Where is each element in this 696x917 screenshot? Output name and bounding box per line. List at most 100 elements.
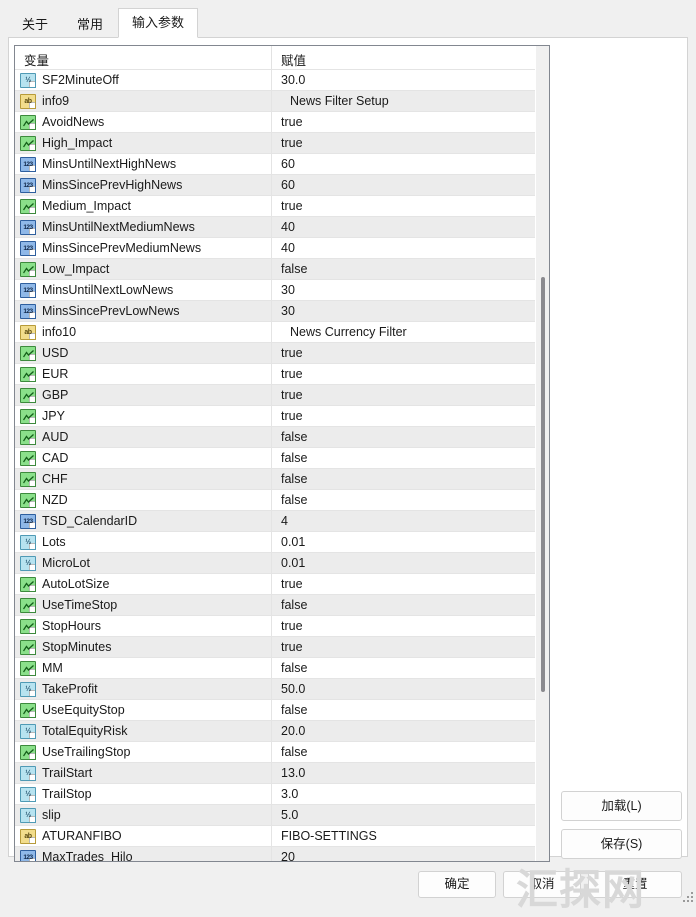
table-row[interactable]: NZDfalse [15,489,536,510]
cell-value[interactable]: 60 [272,154,536,174]
table-row[interactable]: UseTimeStopfalse [15,594,536,615]
reset-button[interactable]: 重置 [588,871,682,898]
table-row[interactable]: ½TrailStop 3.0 [15,783,536,804]
table-row[interactable]: AUDfalse [15,426,536,447]
cell-value[interactable]: true [272,112,536,132]
cell-value[interactable]: false [272,490,536,510]
table-row[interactable]: 123MinsUntilNextLowNews30 [15,279,536,300]
bool-icon [20,388,36,403]
cell-value[interactable]: FIBO-SETTINGS [272,826,536,846]
load-button[interactable]: 加载(L) [561,791,682,821]
table-row[interactable]: ½MicroLot0.01 [15,552,536,573]
cell-value[interactable]: 60 [272,175,536,195]
cell-value[interactable]: 5.0 [272,805,536,825]
cell-value[interactable]: 30 [272,301,536,321]
table-row[interactable]: High_Impacttrue [15,132,536,153]
tab-inputs[interactable]: 输入参数 [118,8,198,38]
cell-value[interactable]: 30 [272,280,536,300]
table-row[interactable]: AutoLotSizetrue [15,573,536,594]
column-header-value[interactable]: 赋值 [272,46,536,69]
string-icon: ab [20,94,36,109]
cell-value[interactable]: News Currency Filter [272,322,536,342]
table-row[interactable]: abATURANFIBOFIBO-SETTINGS [15,825,536,846]
cell-value[interactable]: 50.0 [272,679,536,699]
cell-value[interactable]: false [272,448,536,468]
grid-vertical-scrollbar[interactable] [535,46,549,861]
cell-value[interactable]: false [272,700,536,720]
cell-value[interactable]: 13.0 [272,763,536,783]
tab-common[interactable]: 常用 [63,11,117,38]
table-row[interactable]: Medium_Impact true [15,195,536,216]
table-row[interactable]: ½TotalEquityRisk20.0 [15,720,536,741]
column-header-variable[interactable]: 变量 [15,46,272,69]
save-button[interactable]: 保存(S) [561,829,682,859]
table-row[interactable]: ½TakeProfit50.0 [15,678,536,699]
table-row[interactable]: CADfalse [15,447,536,468]
table-row[interactable]: USDtrue [15,342,536,363]
value-text: News Currency Filter [290,325,407,339]
cell-value[interactable]: 3.0 [272,784,536,804]
cell-value[interactable]: News Filter Setup [272,91,536,111]
cell-value[interactable]: false [272,595,536,615]
resize-grip-icon[interactable] [683,892,693,902]
tab-about[interactable]: 关于 [8,11,62,38]
value-text: 0.01 [281,535,305,549]
table-row[interactable]: UseEquityStopfalse [15,699,536,720]
cell-value[interactable]: false [272,469,536,489]
table-row[interactable]: StopMinutestrue [15,636,536,657]
cell-value[interactable]: 40 [272,217,536,237]
cell-value[interactable]: 20 [272,847,536,861]
table-row[interactable]: JPYtrue [15,405,536,426]
ok-button[interactable]: 确定 [418,871,496,898]
cell-variable: EUR [15,364,272,384]
table-row[interactable]: GBPtrue [15,384,536,405]
table-row[interactable]: 123TSD_CalendarID4 [15,510,536,531]
cell-value[interactable]: true [272,616,536,636]
cell-value[interactable]: true [272,637,536,657]
table-row[interactable]: 123MinsSincePrevMediumNews40 [15,237,536,258]
cell-value[interactable]: 4 [272,511,536,531]
variable-name: Medium_Impact [42,199,131,213]
table-row[interactable]: 123MinsUntilNextHighNews60 [15,153,536,174]
table-row[interactable]: 123MaxTrades_Hilo20 [15,846,536,861]
table-row[interactable]: 123MinsSincePrevHighNews60 [15,174,536,195]
cell-value[interactable]: true [272,196,536,216]
table-row[interactable]: 123MinsSincePrevLowNews30 [15,300,536,321]
table-row[interactable]: EURtrue [15,363,536,384]
cell-value[interactable]: false [272,259,536,279]
table-row[interactable]: StopHourstrue [15,615,536,636]
table-row[interactable]: UseTrailingStopfalse [15,741,536,762]
value-text: true [281,115,303,129]
cell-variable: ½TrailStop [15,784,272,804]
table-row[interactable]: Low_Impactfalse [15,258,536,279]
cell-value[interactable]: 40 [272,238,536,258]
cell-value[interactable]: false [272,427,536,447]
cell-value[interactable]: false [272,658,536,678]
table-row[interactable]: ½slip5.0 [15,804,536,825]
cell-value[interactable]: true [272,385,536,405]
table-row[interactable]: ½TrailStart13.0 [15,762,536,783]
table-row[interactable]: MMfalse [15,657,536,678]
cell-value[interactable]: true [272,364,536,384]
cell-value[interactable]: true [272,343,536,363]
cell-value[interactable]: true [272,574,536,594]
cell-value[interactable]: false [272,742,536,762]
cell-value[interactable]: 30.0 [272,70,536,90]
table-row[interactable]: abinfo9News Filter Setup [15,90,536,111]
cell-value[interactable]: true [272,406,536,426]
table-row[interactable]: ½SF2MinuteOff30.0 [15,69,536,90]
table-row[interactable]: ½Lots0.01 [15,531,536,552]
value-text: 0.01 [281,556,305,570]
value-text: 3.0 [281,787,298,801]
table-row[interactable]: 123MinsUntilNextMediumNews40 [15,216,536,237]
table-row[interactable]: abinfo10News Currency Filter [15,321,536,342]
grid-scrollbar-thumb[interactable] [541,277,545,692]
cell-value[interactable]: 0.01 [272,553,536,573]
sparkline-glyph [23,602,34,610]
cell-value[interactable]: 0.01 [272,532,536,552]
cell-value[interactable]: true [272,133,536,153]
table-row[interactable]: CHFfalse [15,468,536,489]
cell-value[interactable]: 20.0 [272,721,536,741]
table-row[interactable]: AvoidNewstrue [15,111,536,132]
cancel-button[interactable]: 取消 [503,871,581,898]
